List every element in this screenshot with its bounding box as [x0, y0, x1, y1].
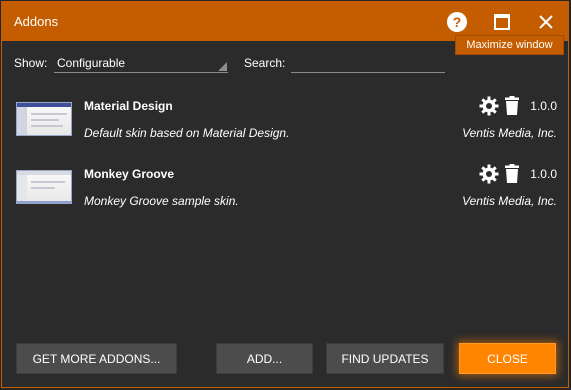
trash-icon — [505, 96, 519, 115]
addon-description: Default skin based on Material Design. — [84, 126, 290, 140]
dropdown-arrow-icon — [218, 62, 227, 71]
addon-delete-button[interactable] — [504, 96, 520, 116]
addon-row-material-design[interactable]: Material Design Default skin based on Ma… — [2, 92, 570, 152]
addon-row-monkey-groove[interactable]: Monkey Groove Monkey Groove sample skin. — [2, 160, 570, 220]
add-button[interactable]: ADD... — [216, 343, 313, 374]
addon-description: Monkey Groove sample skin. — [84, 194, 239, 208]
maximize-icon — [494, 14, 510, 30]
close-window-button[interactable] — [534, 10, 558, 34]
find-updates-button[interactable]: FIND UPDATES — [326, 343, 444, 374]
addon-settings-button[interactable] — [479, 96, 499, 116]
addon-author: Ventis Media, Inc. — [462, 126, 557, 140]
addon-name: Monkey Groove — [84, 167, 175, 181]
addon-delete-button[interactable] — [504, 164, 520, 184]
maximize-tooltip: Maximize window — [455, 35, 564, 55]
show-filter-value: Configurable — [57, 56, 126, 70]
help-circle-icon: ? — [447, 12, 467, 32]
close-icon — [539, 15, 553, 29]
addon-name: Material Design — [84, 99, 173, 113]
help-button[interactable]: ? — [445, 10, 469, 34]
addon-thumbnail — [16, 170, 72, 204]
search-label: Search: — [244, 56, 286, 70]
addon-author: Ventis Media, Inc. — [462, 194, 557, 208]
search-input[interactable] — [291, 54, 445, 73]
gear-icon — [479, 164, 499, 184]
show-label: Show: — [14, 56, 48, 70]
addon-version: 1.0.0 — [530, 99, 557, 113]
addon-version: 1.0.0 — [530, 167, 557, 181]
window-title: Addons — [14, 14, 59, 29]
maximize-button[interactable] — [490, 10, 514, 34]
addons-window: Addons ? Maximize window Show: Configura… — [1, 1, 569, 388]
show-filter-select[interactable]: Configurable — [54, 54, 228, 73]
trash-icon — [505, 164, 519, 183]
addon-thumbnail — [16, 102, 72, 136]
get-more-addons-button[interactable]: GET MORE ADDONS... — [16, 343, 177, 374]
addon-settings-button[interactable] — [479, 164, 499, 184]
close-button[interactable]: CLOSE — [459, 343, 556, 374]
gear-icon — [479, 96, 499, 116]
svg-text:?: ? — [453, 14, 462, 30]
